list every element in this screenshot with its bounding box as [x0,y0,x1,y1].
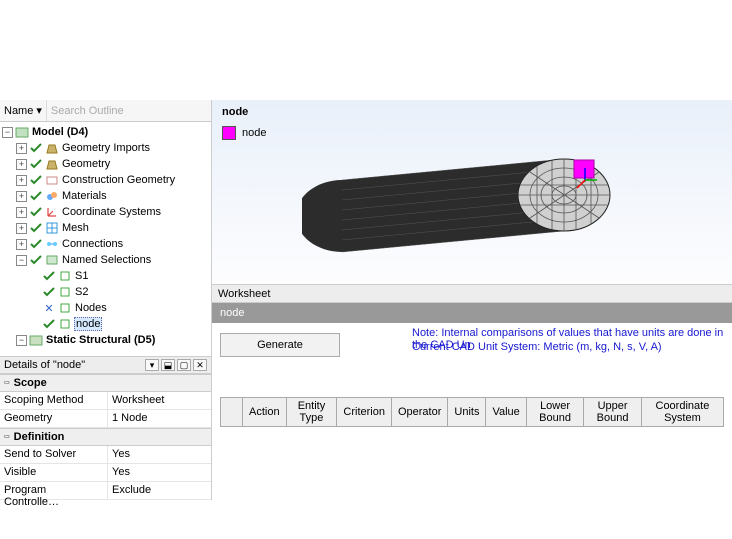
selection-icon [58,269,72,283]
expand-icon[interactable]: + [16,223,27,234]
criteria-table[interactable]: ActionEntity Type CriterionOperator Unit… [220,397,724,427]
geometry-imports-icon [45,141,59,155]
left-panel: Name ▾ Search Outline − Model (D4) + Geo… [0,100,212,500]
expand-icon[interactable]: + [16,191,27,202]
expand-icon[interactable]: + [16,175,27,186]
details-header: Details of "node" ▾ ⬓ ▢ ✕ [0,356,211,374]
tree-item[interactable]: + Geometry Imports [2,140,211,156]
tree-item[interactable]: + Materials [2,188,211,204]
filter-label: Name [4,105,33,117]
check-icon [29,157,43,171]
connections-icon [45,237,59,251]
tree-item[interactable]: ✕ Nodes [2,300,211,316]
tree-item[interactable]: + Connections [2,236,211,252]
tree-item[interactable]: + Coordinate Systems [2,204,211,220]
static-structural-icon [29,333,43,347]
tree-item[interactable]: S2 [2,284,211,300]
legend-item: node [222,126,266,140]
pin-icon[interactable]: ▾ [145,359,159,371]
search-input[interactable]: Search Outline [47,100,211,121]
outline-tree[interactable]: − Model (D4) + Geometry Imports + Geomet… [0,122,211,356]
graphics-viewport[interactable]: node node [212,100,732,285]
worksheet-tab[interactable]: Worksheet [212,285,732,303]
tree-item[interactable]: + Geometry [2,156,211,172]
close-icon[interactable]: ✕ [193,359,207,371]
construction-geometry-icon [45,173,59,187]
tree-item[interactable]: − Static Structural (D5) [2,332,211,348]
details-grid: Scope Scoping MethodWorksheet Geometry1 … [0,374,211,500]
prop-row[interactable]: Send to SolverYes [0,446,211,464]
expand-icon[interactable]: + [16,143,27,154]
prop-row[interactable]: Scoping MethodWorksheet [0,392,211,410]
collapse-icon[interactable]: − [16,335,27,346]
details-title: Details of "node" [4,359,85,371]
selection-icon [58,317,72,331]
legend-swatch [222,126,236,140]
expand-icon[interactable]: + [16,159,27,170]
materials-icon [45,189,59,203]
check-icon [42,317,56,331]
prop-row[interactable]: Program Controlle…Exclude [0,482,211,500]
check-icon [29,189,43,203]
prop-row[interactable]: Geometry1 Node [0,410,211,428]
filter-dropdown[interactable]: Name ▾ [0,100,47,121]
tree-item-named-selections[interactable]: − Named Selections [2,252,211,268]
suppressed-icon: ✕ [42,301,56,315]
collapse-icon[interactable]: − [16,255,27,266]
model-icon [15,125,29,139]
mesh-icon [45,221,59,235]
named-selections-icon [45,253,59,267]
view-title: node [222,106,248,118]
tree-item[interactable]: + Mesh [2,220,211,236]
section-definition[interactable]: Definition [0,428,211,446]
worksheet-body: Generate Note: Internal comparisons of v… [212,323,732,431]
section-scope[interactable]: Scope [0,374,211,392]
check-icon [29,237,43,251]
selection-icon [58,285,72,299]
maximize-icon[interactable]: ▢ [177,359,191,371]
worksheet-title-bar: node [212,303,732,323]
tree-item[interactable]: S1 [2,268,211,284]
autohide-icon[interactable]: ⬓ [161,359,175,371]
cylinder-mesh-graphic [302,140,642,280]
legend-label: node [242,127,266,139]
prop-row[interactable]: VisibleYes [0,464,211,482]
expand-icon[interactable]: + [16,207,27,218]
right-panel: node node [212,100,732,500]
unit-system-note: Current CAD Unit System: Metric (m, kg, … [412,341,662,353]
selection-icon [58,301,72,315]
check-icon [29,173,43,187]
collapse-icon[interactable]: − [2,127,13,138]
check-icon [42,269,56,283]
generate-button[interactable]: Generate [220,333,340,357]
check-icon [42,285,56,299]
check-icon [29,253,43,267]
app-root: Name ▾ Search Outline − Model (D4) + Geo… [0,100,732,500]
tree-item[interactable]: + Construction Geometry [2,172,211,188]
geometry-icon [45,157,59,171]
tree-model[interactable]: − Model (D4) [2,124,211,140]
expand-icon[interactable]: + [16,239,27,250]
coordinate-systems-icon [45,205,59,219]
table-header-row: ActionEntity Type CriterionOperator Unit… [221,398,724,427]
chevron-down-icon: ▾ [36,104,42,117]
check-icon [29,205,43,219]
tree-item-node[interactable]: node [2,316,211,332]
check-icon [29,141,43,155]
outline-name-bar: Name ▾ Search Outline [0,100,211,122]
check-icon [29,221,43,235]
